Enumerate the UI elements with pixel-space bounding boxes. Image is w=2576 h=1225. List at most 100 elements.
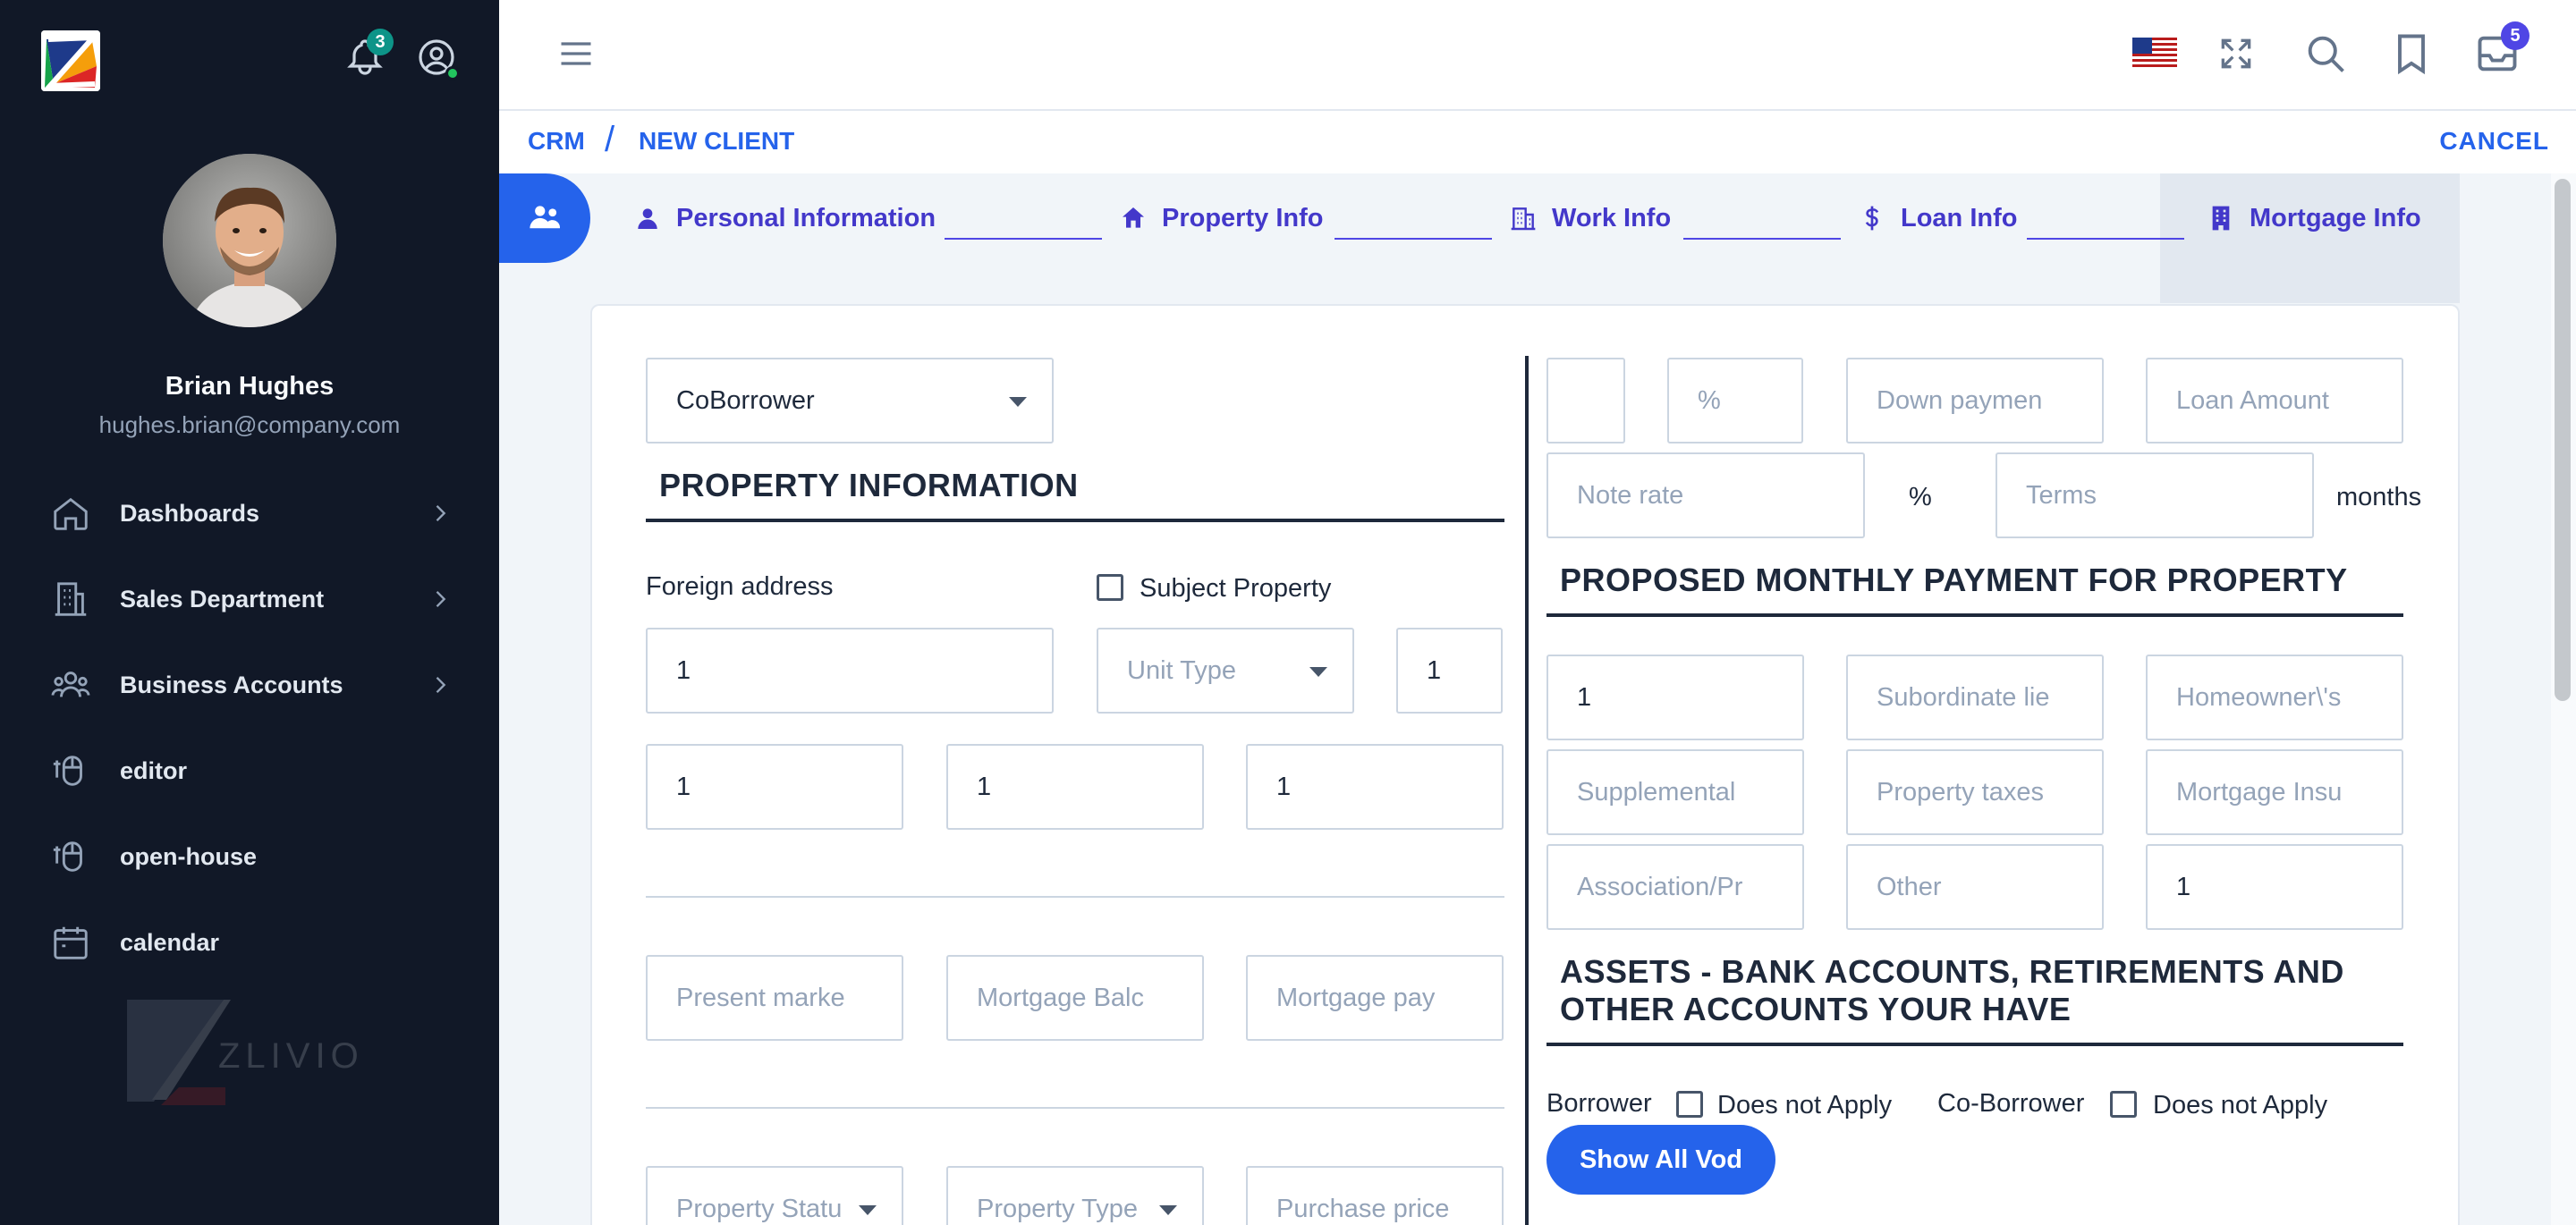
nav-item-calendar[interactable]: calendar	[50, 916, 453, 969]
purchase-price-input[interactable]: Purchase price	[1246, 1166, 1504, 1225]
input-placeholder: Purchase price	[1276, 1194, 1450, 1223]
nav-label: Business Accounts	[120, 671, 343, 698]
total-input[interactable]: 1	[2146, 844, 2403, 930]
unit-number-input[interactable]: 1	[1396, 628, 1503, 714]
bookmarks-button[interactable]	[2388, 30, 2435, 77]
unit-type-select[interactable]: Unit Type	[1097, 628, 1354, 714]
show-all-vod-button[interactable]: Show All Vod	[1546, 1125, 1775, 1195]
borrower-type-select[interactable]: CoBorrower	[646, 358, 1054, 444]
sidebar: 3 Brian Hughes hughes.brian@company.com	[0, 0, 499, 1225]
input-placeholder: %	[1698, 385, 1721, 415]
breadcrumb-crm-link[interactable]: CRM	[528, 127, 585, 156]
city-input[interactable]: 1	[646, 744, 903, 830]
step-label: Work Info	[1552, 203, 1672, 232]
user-group-icon	[50, 664, 91, 705]
step-loan-info[interactable]: Loan Info	[1858, 200, 2017, 236]
first-mortgage-input[interactable]: 1	[1546, 655, 1804, 740]
select-placeholder: Unit Type	[1127, 655, 1236, 685]
nav-item-sales-department[interactable]: Sales Department	[50, 572, 453, 626]
borrower-does-not-apply-checkbox[interactable]	[1676, 1091, 1703, 1118]
section-divider	[1546, 613, 2403, 617]
step-mortgage-info[interactable]: Mortgage Info	[2207, 200, 2421, 236]
column-divider	[1525, 356, 1529, 1225]
other-input[interactable]: Other	[1846, 844, 2104, 930]
input-placeholder: Subordinate lie	[1877, 682, 2050, 712]
input-value: 1	[676, 655, 691, 685]
present-market-value-input[interactable]: Present marke	[646, 955, 903, 1041]
divider	[646, 1107, 1504, 1109]
down-payment-input[interactable]: Down paymen	[1846, 358, 2104, 444]
nav-item-dashboards[interactable]: Dashboards	[50, 486, 453, 540]
nav-item-open-house[interactable]: open-house	[50, 830, 453, 883]
scrollbar-thumb[interactable]	[2555, 179, 2571, 701]
state-input[interactable]: 1	[946, 744, 1204, 830]
assets-title-line-1: ASSETS - BANK ACCOUNTS, RETIREMENTS AND	[1560, 953, 2344, 990]
menu-toggle-button[interactable]	[556, 34, 596, 73]
us-flag-icon	[2132, 38, 2177, 70]
input-placeholder: Note rate	[1577, 480, 1684, 510]
user-icon	[638, 208, 657, 229]
rate-input[interactable]	[1546, 358, 1625, 444]
subject-property-checkbox[interactable]	[1097, 574, 1123, 601]
nav-item-editor[interactable]: editor	[50, 744, 453, 798]
property-status-select[interactable]: Property Statu	[646, 1166, 903, 1225]
input-value: 1	[1276, 772, 1292, 801]
notifications-button[interactable]: 3	[343, 29, 394, 79]
messages-button[interactable]: 5	[2474, 21, 2529, 77]
zip-input[interactable]: 1	[1246, 744, 1504, 830]
nav-item-business-accounts[interactable]: Business Accounts	[50, 658, 453, 712]
select-placeholder: Property Type	[977, 1194, 1139, 1223]
terms-unit: months	[2336, 483, 2422, 511]
calendar-icon	[50, 922, 91, 963]
supplemental-input[interactable]: Supplemental	[1546, 749, 1804, 835]
office-building-icon	[1511, 207, 1536, 231]
note-rate-input[interactable]: Note rate	[1546, 452, 1865, 538]
chevron-down-icon	[1009, 397, 1027, 407]
input-value: 1	[1427, 655, 1442, 685]
step-work-info[interactable]: Work Info	[1509, 200, 1671, 236]
cancel-button[interactable]: CANCEL	[2439, 127, 2549, 156]
expand-icon	[2221, 38, 2251, 69]
input-value: 1	[2176, 872, 2191, 901]
property-type-select[interactable]: Property Type	[946, 1166, 1204, 1225]
form-stepper: Personal Information Property Info Work …	[499, 173, 2556, 303]
nav-label: Sales Department	[120, 585, 325, 612]
loan-amount-input[interactable]: Loan Amount	[2146, 358, 2403, 444]
address-input[interactable]: 1	[646, 628, 1054, 714]
select-placeholder: Property Statu	[676, 1194, 843, 1223]
section-divider	[1546, 1043, 2403, 1046]
nav-label: calendar	[120, 928, 220, 956]
input-placeholder: Down paymen	[1877, 385, 2043, 415]
stepper-toggle-button[interactable]	[499, 173, 590, 263]
property-taxes-input[interactable]: Property taxes	[1846, 749, 2104, 835]
messages-count-badge: 5	[2501, 21, 2529, 50]
terms-input[interactable]: Terms	[1996, 452, 2314, 538]
breadcrumb-current: NEW CLIENT	[639, 127, 795, 155]
percent-input[interactable]: %	[1667, 358, 1803, 444]
fullscreen-button[interactable]	[2216, 34, 2256, 73]
coborrower-does-not-apply-label: Does not Apply	[2153, 1091, 2328, 1119]
step-personal-information[interactable]: Personal Information	[633, 200, 936, 236]
breadcrumb-separator: /	[605, 120, 615, 159]
hamburger-icon	[561, 42, 591, 65]
nav-label: Dashboards	[120, 499, 260, 527]
coborrower-does-not-apply-checkbox[interactable]	[2110, 1091, 2137, 1118]
step-connector	[1335, 238, 1492, 240]
chevron-right-icon	[428, 587, 453, 612]
subordinate-lien-input[interactable]: Subordinate lie	[1846, 655, 2104, 740]
association-dues-input[interactable]: Association/Pr	[1546, 844, 1804, 930]
brand-watermark: ZLIVIO	[125, 994, 359, 1111]
user-status-button[interactable]	[415, 36, 460, 80]
mortgage-balance-input[interactable]: Mortgage Balc	[946, 955, 1204, 1041]
search-button[interactable]	[2302, 30, 2349, 77]
app-logo[interactable]	[41, 30, 100, 91]
homeowners-insurance-input[interactable]: Homeowner\'s	[2146, 655, 2403, 740]
notification-count-badge: 3	[367, 29, 394, 55]
mortgage-payment-input[interactable]: Mortgage pay	[1246, 955, 1504, 1041]
chevron-down-icon	[1159, 1205, 1177, 1215]
language-flag-button[interactable]	[2132, 38, 2177, 70]
online-status-dot	[445, 66, 460, 80]
step-property-info[interactable]: Property Info	[1119, 200, 1323, 236]
users-icon	[530, 206, 561, 229]
mortgage-insurance-input[interactable]: Mortgage Insu	[2146, 749, 2403, 835]
